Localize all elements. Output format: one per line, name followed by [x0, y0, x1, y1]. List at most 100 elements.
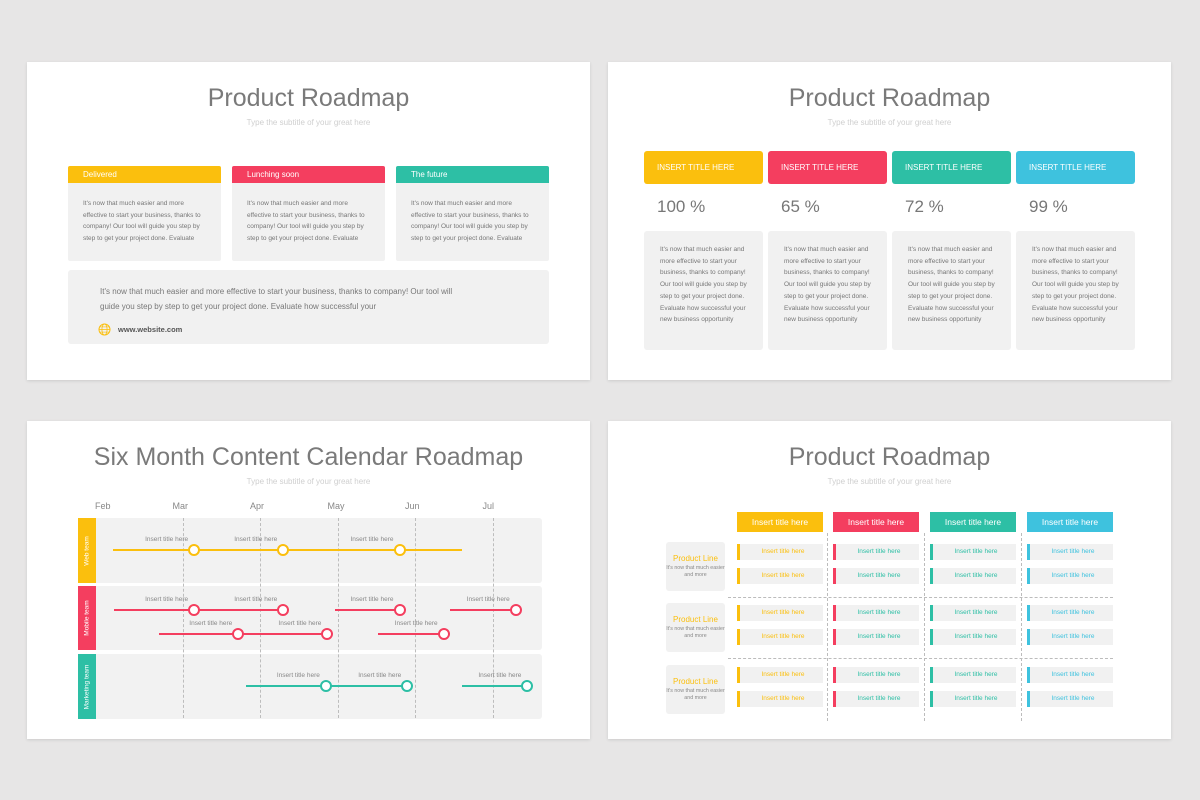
- slide-subtitle: Type the subtitle of your great here: [827, 477, 952, 486]
- matrix-cell[interactable]: Insert title here: [833, 629, 919, 645]
- lane-tag-web-team: Web team: [78, 518, 96, 583]
- cell-accent-bar: [930, 568, 933, 584]
- percent-column-header: INSERT TITLE HERE: [1016, 151, 1135, 184]
- website-link[interactable]: www.website.com: [118, 325, 182, 334]
- milestone-label: Insert title here: [278, 620, 322, 627]
- cell-text: Insert title here: [1051, 572, 1095, 579]
- cell-text: Insert title here: [857, 572, 901, 579]
- column-divider: [827, 533, 828, 721]
- matrix-cell[interactable]: Insert title here: [1027, 568, 1113, 584]
- timeline-bar: [449, 609, 516, 611]
- month-label: Jun: [405, 501, 420, 511]
- matrix-cell[interactable]: Insert title here: [833, 568, 919, 584]
- percent-column-text: It's now that much easier and more effec…: [644, 231, 763, 350]
- lane-name: Web team: [83, 535, 91, 566]
- cell-accent-bar: [1027, 629, 1030, 645]
- percent-value: 100 %: [657, 197, 706, 216]
- matrix-cell[interactable]: Insert title here: [737, 605, 823, 621]
- website-row[interactable]: www.website.com: [98, 323, 182, 336]
- slide-content-calendar[interactable]: Six Month Content Calendar Roadmap Type …: [27, 421, 590, 739]
- row-divider: [728, 597, 1113, 598]
- percent-column: INSERT TITLE HERE 99 % It's now that muc…: [1016, 151, 1135, 350]
- milestone-marker[interactable]: [521, 680, 534, 692]
- timeline-bar: [377, 633, 444, 635]
- matrix-cell[interactable]: Insert title here: [1027, 629, 1113, 645]
- milestone-label: Insert title here: [466, 596, 510, 603]
- product-line-label: Product Line It's now that much easier an…: [666, 542, 725, 591]
- cell-accent-bar: [833, 691, 836, 707]
- matrix-cell[interactable]: Insert title here: [930, 667, 1016, 683]
- cell-accent-bar: [1027, 605, 1030, 621]
- cell-text: Insert title here: [954, 609, 998, 616]
- milestone-label: Insert title here: [234, 536, 278, 543]
- percent-column: INSERT TITLE HERE 100 % It's now that mu…: [644, 151, 763, 350]
- slide-title: Product Roadmap: [788, 443, 991, 471]
- milestone-marker[interactable]: [393, 544, 406, 556]
- month-gridline: [337, 518, 339, 718]
- matrix-cell[interactable]: Insert title here: [930, 568, 1016, 584]
- milestone-marker[interactable]: [277, 544, 290, 556]
- month-gridline: [415, 518, 416, 718]
- matrix-cell[interactable]: Insert title here: [737, 691, 823, 707]
- cell-accent-bar: [737, 667, 740, 683]
- matrix-cell[interactable]: Insert title here: [930, 605, 1016, 621]
- matrix-cell[interactable]: Insert title here: [1027, 691, 1113, 707]
- slide-product-roadmap-phases[interactable]: Product Roadmap Type the subtitle of you…: [27, 62, 590, 380]
- percent-column-text: It's now that much easier and more effec…: [1016, 231, 1135, 350]
- cell-text: Insert title here: [954, 548, 998, 555]
- matrix-cell[interactable]: Insert title here: [930, 691, 1016, 707]
- percent-column-text: It's now that much easier and more effec…: [892, 231, 1011, 350]
- percent-column-header: INSERT TITLE HERE: [644, 151, 763, 184]
- phase-card-launching-soon: Lunching soon It's now that much easier …: [232, 166, 385, 261]
- globe-icon: [98, 323, 111, 336]
- slide-subtitle: Type the subtitle of your great here: [827, 118, 952, 127]
- milestone-marker[interactable]: [509, 604, 522, 616]
- footer-info-box: It's now that much easier and more effec…: [68, 270, 549, 344]
- matrix-column-header: Insert title here: [833, 512, 919, 532]
- cell-text: Insert title here: [761, 633, 805, 640]
- lane-tag-marketing-team: Marketing team: [78, 654, 96, 719]
- milestone-marker[interactable]: [232, 628, 245, 640]
- matrix-cell[interactable]: Insert title here: [737, 667, 823, 683]
- phase-card-text: It's now that much easier and more effec…: [247, 200, 365, 243]
- matrix-cell[interactable]: Insert title here: [833, 667, 919, 683]
- milestone-label: Insert title here: [234, 596, 278, 603]
- milestone-marker[interactable]: [401, 680, 414, 692]
- matrix-column-header: Insert title here: [1027, 512, 1113, 532]
- slide-product-roadmap-percent[interactable]: Product Roadmap Type the subtitle of you…: [608, 62, 1171, 380]
- cell-accent-bar: [930, 691, 933, 707]
- matrix-cell[interactable]: Insert title here: [833, 544, 919, 560]
- product-line-label: Product Line It's now that much easier an…: [666, 603, 725, 652]
- phase-card-header: The future: [396, 166, 549, 183]
- matrix-cell[interactable]: Insert title here: [833, 691, 919, 707]
- matrix-cell[interactable]: Insert title here: [737, 568, 823, 584]
- matrix-cell[interactable]: Insert title here: [737, 629, 823, 645]
- cell-text: Insert title here: [857, 548, 901, 555]
- cell-accent-bar: [833, 667, 836, 683]
- matrix-column-header: Insert title here: [737, 512, 823, 532]
- milestone-marker[interactable]: [393, 604, 406, 616]
- milestone-marker[interactable]: [277, 604, 290, 616]
- milestone-label: Insert title here: [145, 536, 189, 543]
- matrix-cell[interactable]: Insert title here: [930, 629, 1016, 645]
- matrix-cell[interactable]: Insert title here: [1027, 544, 1113, 560]
- cell-text: Insert title here: [857, 671, 901, 678]
- cell-text: Insert title here: [761, 671, 805, 678]
- slide-product-roadmap-matrix[interactable]: Product Roadmap Type the subtitle of you…: [608, 421, 1171, 739]
- cell-accent-bar: [930, 629, 933, 645]
- milestone-marker[interactable]: [188, 604, 201, 616]
- milestone-marker[interactable]: [188, 544, 201, 556]
- matrix-cell[interactable]: Insert title here: [1027, 605, 1113, 621]
- month-label: Feb: [95, 501, 111, 511]
- cell-text: Insert title here: [1051, 695, 1095, 702]
- matrix-cell[interactable]: Insert title here: [833, 605, 919, 621]
- matrix-cell[interactable]: Insert title here: [737, 544, 823, 560]
- matrix-cell[interactable]: Insert title here: [930, 544, 1016, 560]
- milestone-marker[interactable]: [321, 628, 334, 640]
- milestone-label: Insert title here: [358, 672, 402, 679]
- cell-accent-bar: [737, 629, 740, 645]
- slide-title: Product Roadmap: [788, 84, 991, 112]
- milestone-marker[interactable]: [319, 680, 332, 692]
- matrix-cell[interactable]: Insert title here: [1027, 667, 1113, 683]
- milestone-marker[interactable]: [437, 628, 450, 640]
